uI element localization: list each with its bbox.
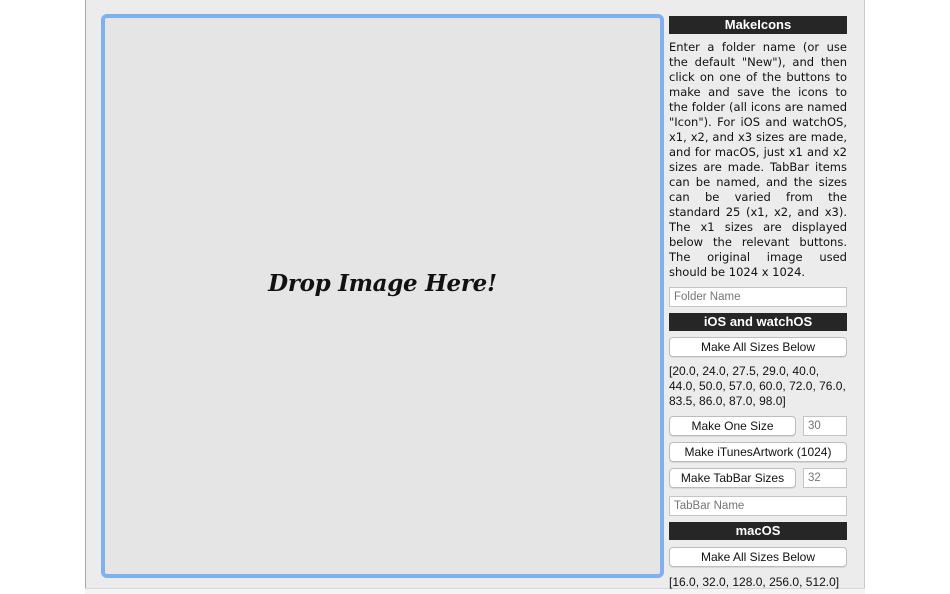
macos-section-header: macOS [669, 522, 847, 540]
make-one-size-button[interactable]: Make One Size [669, 416, 796, 436]
ios-make-all-sizes-button[interactable]: Make All Sizes Below [669, 337, 847, 357]
instructions-text: Enter a folder name (or use the default … [669, 40, 847, 279]
folder-name-input[interactable] [669, 287, 847, 307]
drop-zone-label: Drop Image Here! [268, 269, 497, 297]
tabbar-name-input[interactable] [669, 496, 847, 516]
controls-panel: MakeIcons Enter a folder name (or use th… [669, 16, 847, 590]
ios-sizes-list: [20.0, 24.0, 27.5, 29.0, 40.0, 44.0, 50.… [669, 364, 846, 408]
tabbar-size-input[interactable] [803, 468, 847, 488]
make-one-size-row: Make One Size [669, 416, 847, 436]
tabbar-sizes-row: Make TabBar Sizes [669, 468, 847, 488]
panel-title: MakeIcons [669, 16, 847, 34]
make-itunes-artwork-button[interactable]: Make iTunesArtwork (1024) [669, 442, 847, 462]
ios-section-header: iOS and watchOS [669, 313, 847, 331]
macos-make-all-sizes-button[interactable]: Make All Sizes Below [669, 547, 847, 567]
image-drop-zone[interactable]: Drop Image Here! [101, 14, 664, 578]
make-tabbar-sizes-button[interactable]: Make TabBar Sizes [669, 468, 796, 488]
macos-sizes-list: [16.0, 32.0, 128.0, 256.0, 512.0] [669, 575, 840, 589]
one-size-input[interactable] [803, 416, 847, 436]
